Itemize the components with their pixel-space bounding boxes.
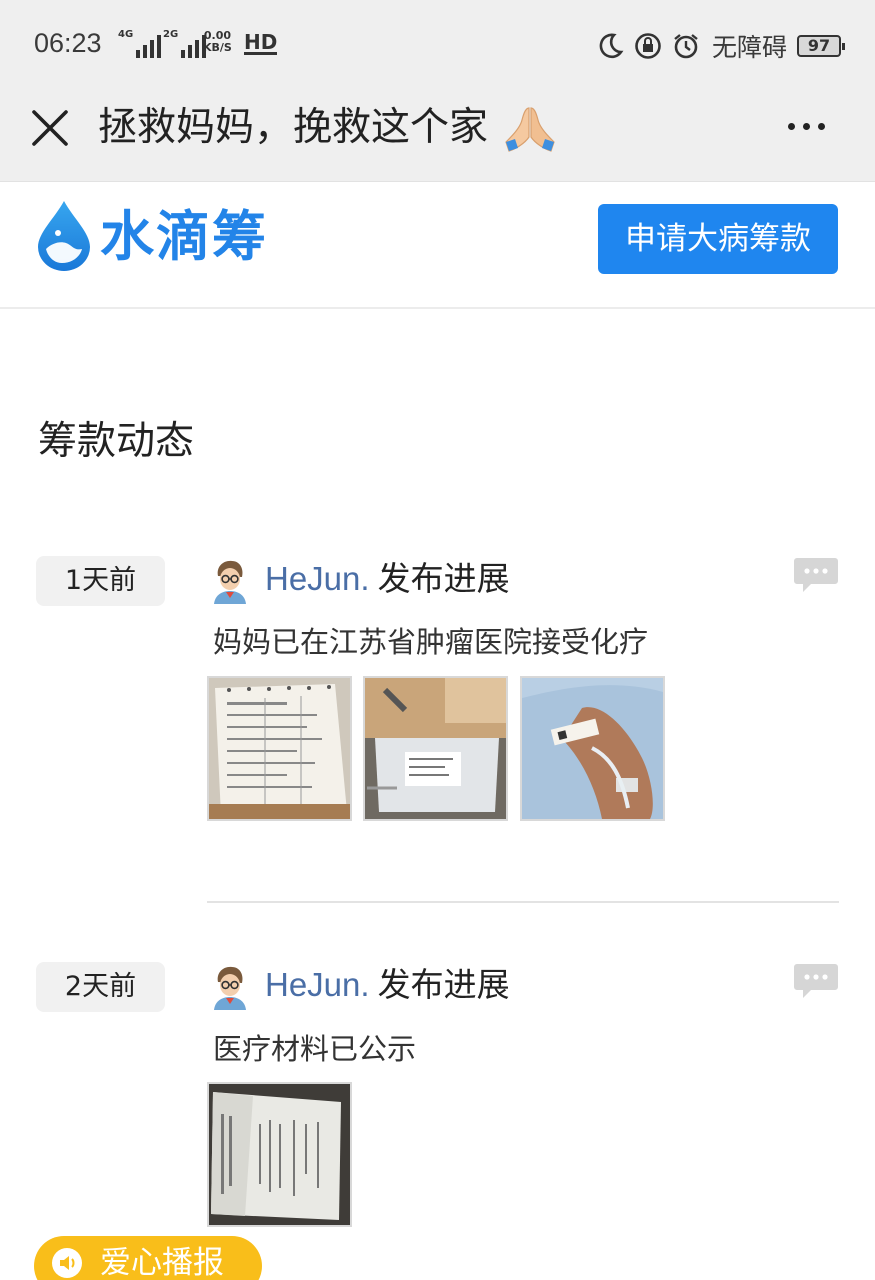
more-icon: [787, 122, 795, 130]
post-time-badge: 2天前: [36, 962, 165, 1012]
post-time-badge: 1天前: [36, 556, 165, 606]
brand-name: 水滴筹: [100, 205, 268, 268]
close-icon: [32, 110, 68, 146]
brand-header: 水滴筹 申请大病筹款: [0, 183, 875, 309]
love-broadcast-label: 爱心播报: [100, 1245, 224, 1280]
network-speed-unit: KB/S: [203, 41, 232, 54]
comment-icon[interactable]: [793, 556, 839, 594]
author-name[interactable]: HeJun.: [265, 966, 370, 1003]
speaker-icon: [52, 1248, 82, 1278]
signal-4g-icon: 4G: [118, 29, 162, 58]
post-author-line: HeJun. 发布进展: [265, 556, 510, 602]
post-image-iv-bag[interactable]: [363, 676, 508, 821]
apply-fundraising-button[interactable]: 申请大病筹款: [598, 204, 838, 274]
section-title: 筹款动态: [38, 419, 195, 464]
author-name[interactable]: HeJun.: [265, 560, 370, 597]
love-broadcast-button[interactable]: 爱心播报: [34, 1236, 262, 1280]
hd-icon: HD: [244, 30, 278, 55]
close-button[interactable]: [28, 106, 72, 150]
folded-hands-icon: [502, 104, 558, 158]
signal-2g-label: 2G: [163, 29, 179, 40]
post-image-medical-document[interactable]: [207, 676, 352, 821]
status-time: 06:23: [34, 28, 102, 58]
water-drop-logo-icon: [34, 199, 94, 275]
moon-icon: [596, 32, 624, 60]
signal-4g-label: 4G: [118, 29, 134, 40]
avatar[interactable]: [210, 558, 250, 604]
accessibility-label: 无障碍: [711, 33, 787, 62]
post-image-medical-report[interactable]: [207, 1082, 352, 1227]
post-action: 发布进展: [377, 559, 510, 598]
post-divider: [207, 901, 839, 903]
network-speed: 0.00 KB/S: [203, 30, 232, 54]
more-options-button[interactable]: [780, 116, 832, 136]
page-title: 拯救妈妈，挽救这个家: [98, 105, 489, 150]
title-bar: 拯救妈妈，挽救这个家: [0, 88, 875, 182]
battery-icon: 97: [797, 35, 845, 57]
post-action: 发布进展: [377, 965, 510, 1004]
signal-2g-icon: 2G: [163, 29, 207, 58]
post-author-line: HeJun. 发布进展: [265, 962, 510, 1008]
avatar[interactable]: [210, 964, 250, 1010]
rotation-lock-icon: [634, 32, 662, 60]
post-text: 妈妈已在江苏省肿瘤医院接受化疗: [213, 625, 649, 659]
status-bar: 06:23 4G 2G 0.00 KB/S HD 无障碍 97: [0, 0, 875, 88]
post-text: 医疗材料已公示: [213, 1032, 417, 1066]
post-image-patient-arm[interactable]: [520, 676, 665, 821]
comment-icon[interactable]: [793, 962, 839, 1000]
alarm-icon: [672, 32, 700, 60]
